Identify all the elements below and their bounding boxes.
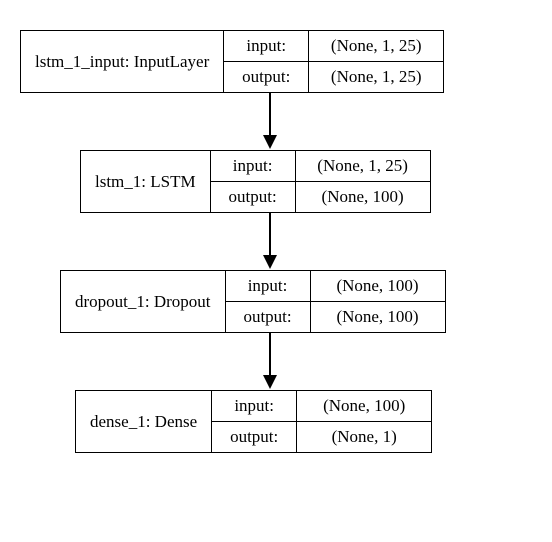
layer-node-lstm: lstm_1: LSTM input: (None, 1, 25) output…: [80, 150, 431, 213]
io-row-output: output: (None, 1): [212, 421, 431, 452]
io-shape: (None, 1, 25): [309, 31, 443, 61]
io-column: input: (None, 1, 25) output: (None, 100): [211, 151, 430, 212]
layer-name: lstm_1: LSTM: [81, 151, 211, 212]
io-column: input: (None, 100) output: (None, 1): [212, 391, 431, 452]
io-label: output:: [226, 302, 311, 332]
io-label: input:: [212, 391, 297, 421]
io-shape: (None, 100): [296, 182, 430, 212]
io-row-input: input: (None, 1, 25): [224, 31, 443, 61]
io-label: output:: [224, 62, 309, 92]
io-label: input:: [226, 271, 311, 301]
io-shape: (None, 100): [311, 271, 445, 301]
io-row-input: input: (None, 100): [212, 391, 431, 421]
arrow-icon: [260, 333, 280, 389]
arrow-icon: [260, 213, 280, 269]
io-row-input: input: (None, 1, 25): [211, 151, 430, 181]
layer-name: dense_1: Dense: [76, 391, 212, 452]
io-shape: (None, 100): [311, 302, 445, 332]
arrow-icon: [260, 93, 280, 149]
io-shape: (None, 1, 25): [296, 151, 430, 181]
io-shape: (None, 1): [297, 422, 431, 452]
io-row-input: input: (None, 100): [226, 271, 445, 301]
io-column: input: (None, 100) output: (None, 100): [226, 271, 445, 332]
model-diagram: lstm_1_input: InputLayer input: (None, 1…: [0, 0, 552, 542]
io-label: input:: [224, 31, 309, 61]
layer-node-dense: dense_1: Dense input: (None, 100) output…: [75, 390, 432, 453]
layer-node-input: lstm_1_input: InputLayer input: (None, 1…: [20, 30, 444, 93]
io-label: output:: [211, 182, 296, 212]
layer-name: dropout_1: Dropout: [61, 271, 226, 332]
io-label: input:: [211, 151, 296, 181]
layer-node-dropout: dropout_1: Dropout input: (None, 100) ou…: [60, 270, 446, 333]
io-row-output: output: (None, 100): [211, 181, 430, 212]
io-shape: (None, 100): [297, 391, 431, 421]
io-row-output: output: (None, 1, 25): [224, 61, 443, 92]
io-label: output:: [212, 422, 297, 452]
io-shape: (None, 1, 25): [309, 62, 443, 92]
io-column: input: (None, 1, 25) output: (None, 1, 2…: [224, 31, 443, 92]
io-row-output: output: (None, 100): [226, 301, 445, 332]
layer-name: lstm_1_input: InputLayer: [21, 31, 224, 92]
